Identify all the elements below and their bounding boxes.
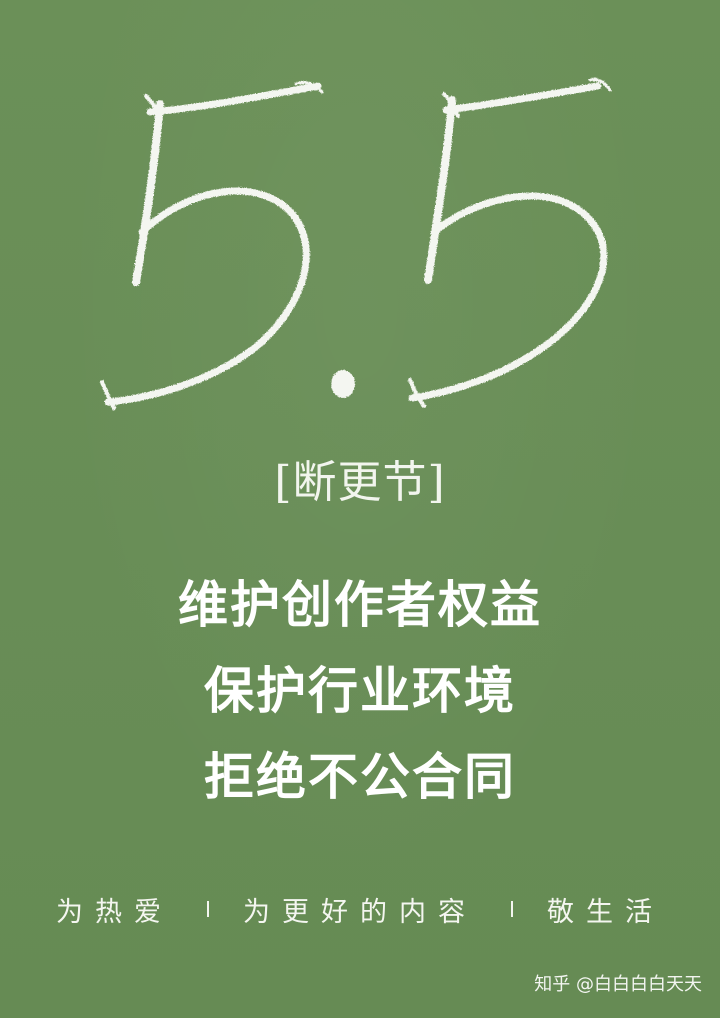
subtitle-duangengjie: [断更节] xyxy=(274,457,446,508)
slogan-list: 维护创作者权益 保护行业环境 拒绝不公合同 xyxy=(0,562,720,820)
footer-segment: 为更好的内容 xyxy=(243,896,477,928)
numeral-five-right xyxy=(408,78,612,408)
footer-tagline: 为热爱 为更好的内容 敬生活 xyxy=(0,888,720,930)
footer-separator xyxy=(511,901,513,917)
poster: [断更节] 维护创作者权益 保护行业环境 拒绝不公合同 为热爱 为更好的内容 敬… xyxy=(0,0,720,1018)
footer-segment: 为热爱 xyxy=(56,896,173,928)
watermark-text: 知乎 @白白白白天天 xyxy=(534,974,702,995)
footer-segment: 敬生活 xyxy=(547,896,664,928)
hero-numeral-5-5 xyxy=(100,78,612,410)
numeral-five-left xyxy=(100,80,324,410)
numeral-dot xyxy=(331,370,355,398)
slogan-line: 保护行业环境 xyxy=(204,661,516,720)
slogan-line: 拒绝不公合同 xyxy=(204,747,516,806)
slogan-line: 维护创作者权益 xyxy=(178,575,542,634)
footer-separator xyxy=(207,901,209,917)
